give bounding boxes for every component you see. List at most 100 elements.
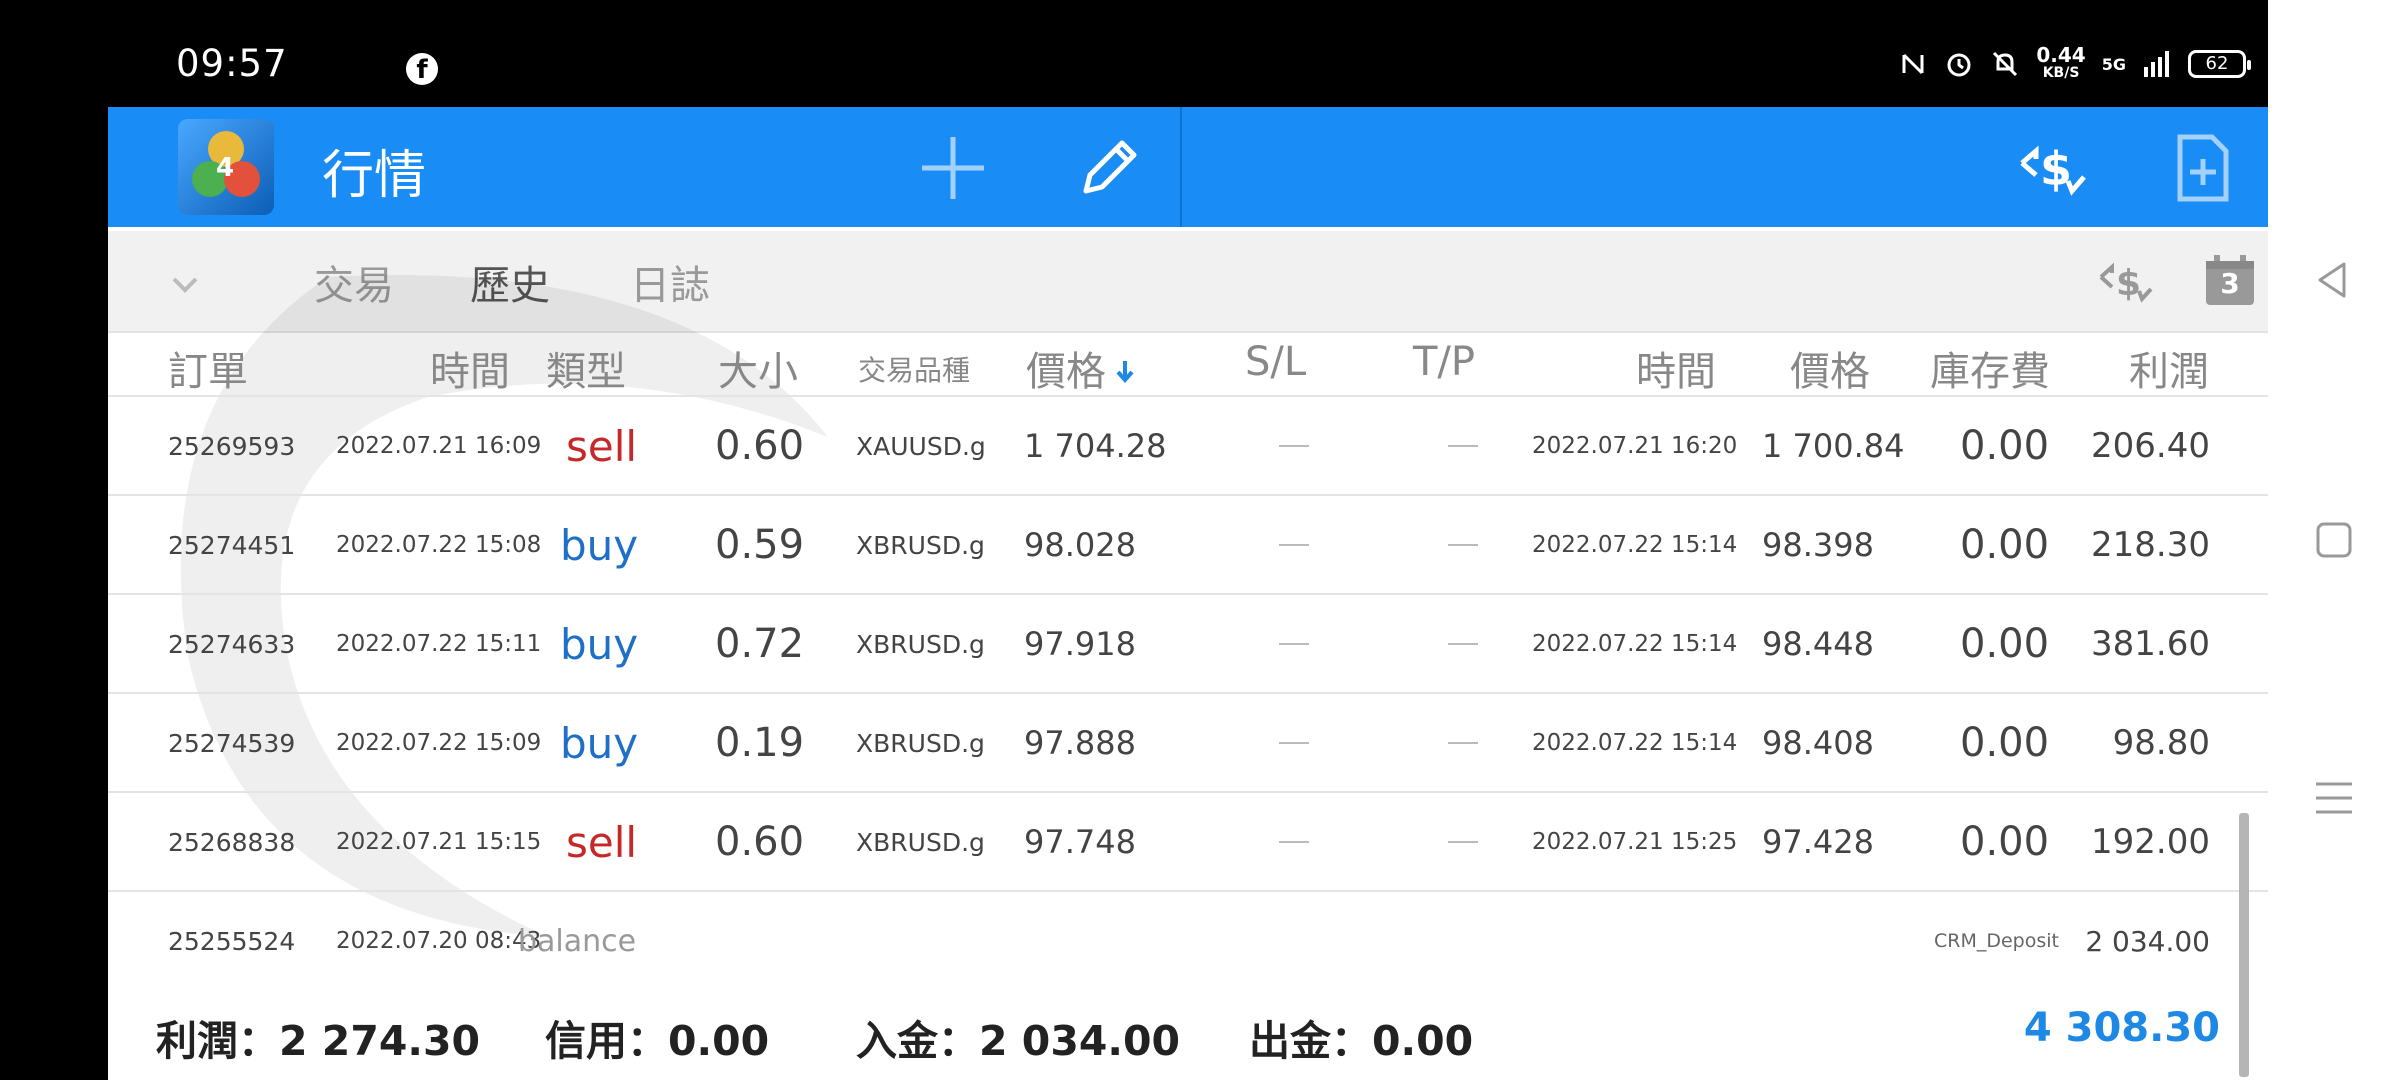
calendar-icon[interactable]: 3 [2202, 253, 2258, 309]
open-time: 2022.07.22 15:11 [336, 631, 542, 657]
currency-exchange-icon[interactable]: $ [2098, 253, 2154, 309]
system-nav-bar [2268, 0, 2400, 1080]
close-time: 2022.07.21 16:20 [1532, 433, 1738, 459]
table-header: 訂單 時間 類型 大小 交易品種 價格 S/L T/P 時間 價格 庫存費 利潤 [108, 333, 2268, 397]
open-price: 97.918 [1024, 625, 1136, 663]
open-price: 97.888 [1024, 724, 1136, 762]
order-id: 25274633 [168, 630, 296, 659]
open-price: 97.748 [1024, 823, 1136, 861]
clock: 09:57 [176, 42, 288, 85]
stop-loss-empty [1279, 445, 1309, 447]
status-icons: 0.44 KB/S 5G 62 [1898, 42, 2268, 86]
open-time: 2022.07.22 15:09 [336, 730, 542, 756]
take-profit-empty [1448, 643, 1478, 645]
header-size[interactable]: 大小 [718, 339, 798, 397]
trade-size: 0.19 [715, 720, 805, 766]
speed-unit: KB/S [2042, 65, 2080, 81]
currency-exchange-icon[interactable]: $ [2018, 133, 2088, 203]
metatrader-logo[interactable]: 4 [178, 119, 274, 215]
balance-row[interactable]: 25255524 2022.07.20 08:43 balance CRM_De… [108, 892, 2268, 991]
deposit-comment: CRM_Deposit [1934, 930, 2059, 952]
home-icon[interactable] [2312, 518, 2356, 562]
order-id: 25269593 [168, 432, 296, 461]
trade-size: 0.60 [715, 423, 805, 469]
profit: 206.40 [2091, 426, 2210, 466]
app-title: 行情 [322, 146, 427, 206]
close-time: 2022.07.22 15:14 [1532, 631, 1738, 657]
network-type: 5G [2101, 54, 2126, 74]
open-time: 2022.07.21 15:15 [336, 829, 542, 855]
nfc-icon [1902, 53, 1924, 75]
scrollbar[interactable] [2239, 813, 2249, 1077]
stop-loss-empty [1279, 643, 1309, 645]
trade-type: buy [560, 620, 639, 669]
trade-type: balance [518, 924, 637, 959]
open-time: 2022.07.20 08:43 [336, 928, 542, 954]
close-time: 2022.07.21 15:25 [1532, 829, 1738, 855]
stop-loss-empty [1279, 742, 1309, 744]
header-type[interactable]: 類型 [546, 339, 626, 397]
take-profit-empty [1448, 841, 1478, 843]
mt4-app: 4 行情 $ 交易 歷史 日誌 $ 3 訂單 時間 類型 大小 交易品種 價格 … [108, 107, 2268, 1080]
svg-text:$: $ [2116, 263, 2141, 304]
swap: 0.00 [1960, 522, 2050, 568]
header-time[interactable]: 時間 [430, 339, 510, 397]
network-speed: 0.44 KB/S [2036, 43, 2086, 82]
trade-type: sell [566, 422, 638, 471]
close-price: 98.408 [1762, 724, 1874, 762]
table-row[interactable]: 25274539 2022.07.22 15:09 buy 0.19 XBRUS… [108, 694, 2268, 793]
battery-icon: 62 [2188, 50, 2251, 78]
trade-type: sell [566, 818, 638, 867]
speed-value: 0.44 [2036, 43, 2086, 67]
profit: 381.60 [2091, 624, 2210, 664]
profit: 192.00 [2091, 822, 2210, 862]
table-row[interactable]: 25274451 2022.07.22 15:08 buy 0.59 XBRUS… [108, 496, 2268, 595]
header-close-time[interactable]: 時間 [1636, 339, 1716, 397]
stop-loss-empty [1279, 544, 1309, 546]
table-row[interactable]: 25274633 2022.07.22 15:11 buy 0.72 XBRUS… [108, 595, 2268, 694]
trade-type: buy [560, 521, 639, 570]
order-id: 25268838 [168, 828, 296, 857]
header-tp[interactable]: T/P [1413, 339, 1475, 385]
header-sl[interactable]: S/L [1245, 339, 1306, 385]
new-document-icon[interactable] [2168, 133, 2238, 203]
close-time: 2022.07.22 15:14 [1532, 730, 1738, 756]
svg-text:$: $ [2040, 142, 2072, 196]
facebook-icon: f [406, 53, 438, 85]
balance-amount: 2 034.00 [2085, 925, 2210, 958]
symbol: XBRUSD.g [856, 828, 985, 857]
header-profit[interactable]: 利潤 [2129, 339, 2209, 397]
alarm-icon [1947, 53, 1971, 77]
open-price: 1 704.28 [1024, 427, 1167, 465]
credit: 信用：0.00 [545, 1017, 770, 1065]
open-price: 98.028 [1024, 526, 1136, 564]
trade-size: 0.72 [715, 621, 805, 667]
edit-icon[interactable] [1074, 133, 1144, 203]
profit: 98.80 [2112, 723, 2210, 763]
profit: 218.30 [2091, 525, 2210, 565]
header-price[interactable]: 價格 [1026, 339, 1106, 397]
header-swap[interactable]: 庫存費 [1930, 339, 2050, 397]
table-row[interactable]: 25269593 2022.07.21 16:09 sell 0.60 XAUU… [108, 397, 2268, 496]
symbol: XBRUSD.g [856, 630, 985, 659]
header-close-price[interactable]: 價格 [1790, 339, 1870, 397]
withdrawal: 出金：0.00 [1249, 1017, 1474, 1065]
back-icon[interactable] [2312, 258, 2356, 302]
summary-footer: 利潤：2 274.30 信用：0.00 入金：2 034.00 出金：0.00 … [108, 987, 2268, 1080]
trade-size: 0.60 [715, 819, 805, 865]
swap: 0.00 [1960, 720, 2050, 766]
open-time: 2022.07.22 15:08 [336, 532, 542, 558]
close-price: 97.428 [1762, 823, 1874, 861]
balance-total: 4 308.30 [2023, 1005, 2220, 1051]
header-symbol[interactable]: 交易品種 [858, 349, 970, 389]
menu-icon[interactable] [2312, 776, 2356, 820]
header-order[interactable]: 訂單 [168, 339, 248, 397]
mute-icon [1993, 51, 2018, 77]
total-profit: 利潤：2 274.30 [156, 1017, 481, 1065]
stop-loss-empty [1279, 841, 1309, 843]
app-bar: 4 行情 $ [108, 107, 2268, 227]
take-profit-empty [1448, 445, 1478, 447]
deposit: 入金：2 034.00 [856, 1017, 1181, 1065]
table-row[interactable]: 25268838 2022.07.21 15:15 sell 0.60 XBRU… [108, 793, 2268, 892]
add-icon[interactable] [918, 133, 988, 203]
